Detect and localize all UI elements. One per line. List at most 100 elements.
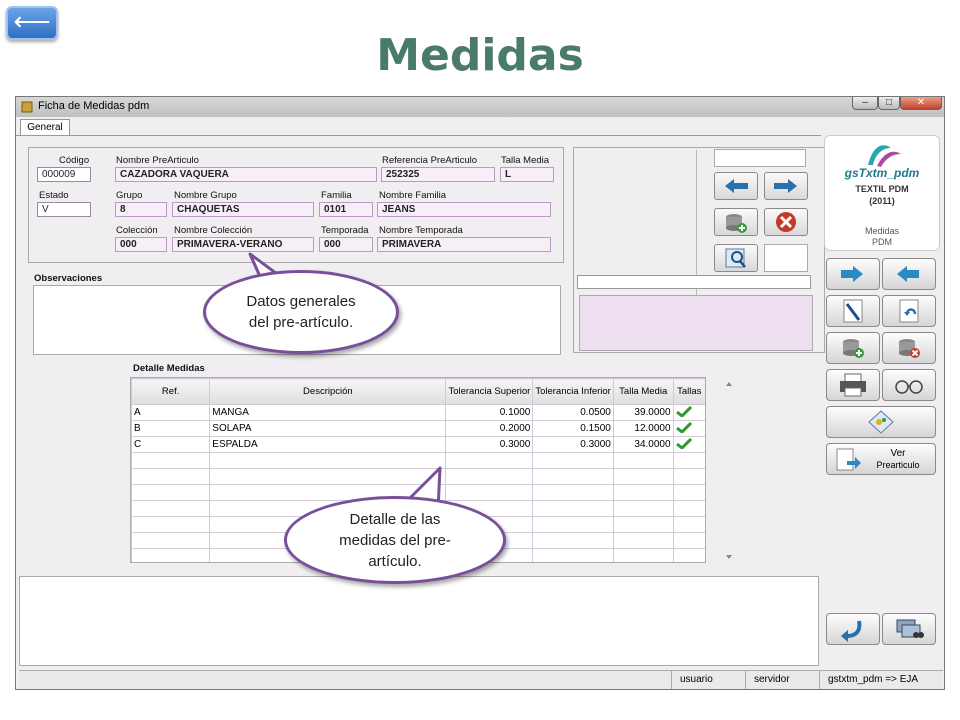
print-button[interactable] bbox=[826, 369, 880, 401]
checkmark-icon[interactable] bbox=[675, 405, 692, 418]
cell-ref: B bbox=[131, 420, 211, 437]
close-button[interactable]: ✕ bbox=[900, 97, 942, 110]
window-title: Ficha de Medidas pdm bbox=[38, 100, 150, 112]
cell-talla-media: 34.0000 bbox=[612, 436, 674, 453]
general-data-panel: Código 000009 Nombre PreArticulo CAZADOR… bbox=[28, 147, 564, 263]
add-database-button[interactable] bbox=[826, 332, 880, 364]
status-connection: gstxtm_pdm => EJA bbox=[828, 674, 919, 685]
codigo-field[interactable]: 000009 bbox=[37, 167, 91, 182]
table-row[interactable]: C ESPALDA 0.3000 0.3000 34.0000 bbox=[131, 436, 705, 453]
printer-icon bbox=[840, 373, 866, 397]
col-descripcion[interactable]: Descripción bbox=[209, 378, 447, 405]
search-document-icon bbox=[725, 248, 746, 268]
return-arrow-icon bbox=[841, 620, 862, 642]
cell-tol-superior: 0.3000 bbox=[445, 436, 534, 453]
scroll-arrows-icon[interactable] bbox=[724, 379, 734, 563]
talla-media-label: Talla Media bbox=[501, 155, 550, 166]
windows-search-icon bbox=[896, 619, 924, 638]
cell-ref: C bbox=[131, 436, 211, 453]
search-record-button[interactable] bbox=[714, 244, 758, 272]
table-row[interactable]: B SOLAPA 0.2000 0.1500 12.0000 bbox=[131, 420, 705, 437]
cell-descripcion: SOLAPA bbox=[209, 420, 447, 437]
next-button[interactable] bbox=[826, 258, 880, 290]
familia-field[interactable]: 0101 bbox=[319, 202, 373, 217]
windows-button[interactable] bbox=[882, 613, 936, 645]
undo-document-button[interactable] bbox=[882, 295, 936, 327]
pen-edit-icon bbox=[843, 299, 863, 323]
tools-button[interactable] bbox=[826, 406, 936, 438]
nombre-familia-label: Nombre Familia bbox=[379, 190, 447, 201]
status-user-cell: usuario bbox=[671, 671, 746, 689]
cell-tallas[interactable] bbox=[672, 420, 705, 437]
cell-tallas[interactable] bbox=[672, 404, 705, 421]
add-record-button[interactable] bbox=[714, 208, 758, 236]
grid-scrollbar[interactable] bbox=[724, 379, 734, 563]
arrow-left-icon bbox=[897, 266, 919, 282]
app-window: Ficha de Medidas pdm – □ ✕ General Códig… bbox=[15, 96, 945, 690]
tab-general[interactable]: General bbox=[20, 119, 70, 136]
document-arrow-icon bbox=[836, 448, 861, 471]
info-panel bbox=[579, 295, 813, 351]
col-tallas[interactable]: Tallas bbox=[672, 378, 705, 405]
record-counter-field[interactable] bbox=[714, 149, 806, 167]
maximize-button[interactable]: □ bbox=[878, 97, 900, 110]
grupo-field[interactable]: 8 bbox=[115, 202, 167, 217]
nombre-coleccion-field[interactable]: PRIMAVERA-VERANO bbox=[172, 237, 314, 252]
col-tol-superior[interactable]: Tolerancia Superior bbox=[445, 378, 534, 405]
logo-panel: gsTxtm_pdm TEXTIL PDM (2011) Medidas PDM bbox=[824, 135, 940, 251]
nombre-temporada-label: Nombre Temporada bbox=[379, 225, 463, 236]
minimize-button[interactable]: – bbox=[852, 97, 878, 110]
callout-datos: Datos generales del pre-artículo. bbox=[203, 270, 399, 354]
database-delete-icon bbox=[899, 339, 920, 358]
cell-tol-superior: 0.1000 bbox=[445, 404, 534, 421]
previous-record-button[interactable] bbox=[714, 172, 758, 200]
database-add-icon bbox=[843, 339, 864, 358]
cell-tol-inferior: 0.3000 bbox=[532, 436, 614, 453]
checkmark-icon[interactable] bbox=[675, 421, 692, 434]
palette-icon bbox=[868, 410, 894, 434]
arrow-right-icon bbox=[841, 266, 863, 282]
talla-media-field[interactable]: L bbox=[500, 167, 554, 182]
referencia-label: Referencia PreArticulo bbox=[382, 155, 478, 166]
nombre-familia-field[interactable]: JEANS bbox=[377, 202, 551, 217]
col-ref[interactable]: Ref. bbox=[131, 378, 211, 405]
previous-button[interactable] bbox=[882, 258, 936, 290]
col-tol-inferior[interactable]: Tolerancia Inferior bbox=[532, 378, 614, 405]
observaciones-label: Observaciones bbox=[34, 273, 103, 284]
module-subname: PDM bbox=[872, 237, 892, 247]
callout-detalle: Detalle de las medidas del pre-artículo. bbox=[284, 496, 506, 584]
cell-tallas[interactable] bbox=[672, 436, 705, 453]
nombre-prearticulo-label: Nombre PreArticulo bbox=[116, 155, 199, 166]
grupo-label: Grupo bbox=[116, 190, 143, 201]
estado-field[interactable]: V bbox=[37, 202, 91, 217]
nombre-prearticulo-field[interactable]: CAZADORA VAQUERA bbox=[115, 167, 377, 182]
delete-database-button[interactable] bbox=[882, 332, 936, 364]
status-connection-cell: gstxtm_pdm => EJA bbox=[819, 671, 944, 689]
glasses-icon bbox=[895, 380, 923, 394]
status-server-cell: servidor bbox=[745, 671, 820, 689]
return-button[interactable] bbox=[826, 613, 880, 645]
checkmark-icon[interactable] bbox=[675, 437, 692, 450]
col-talla-media[interactable]: Talla Media bbox=[612, 378, 674, 405]
search-field[interactable] bbox=[764, 244, 808, 272]
cell-descripcion: MANGA bbox=[209, 404, 447, 421]
cell-talla-media: 39.0000 bbox=[612, 404, 674, 421]
estado-label: Estado bbox=[39, 190, 69, 201]
temporada-field[interactable]: 000 bbox=[319, 237, 373, 252]
ver-prearticulo-button[interactable]: Ver Prearticulo bbox=[826, 443, 936, 475]
preview-button[interactable] bbox=[882, 369, 936, 401]
tab-divider bbox=[16, 135, 821, 136]
table-row[interactable]: A MANGA 0.1000 0.0500 39.0000 bbox=[131, 404, 705, 421]
module-name: Medidas bbox=[864, 226, 900, 236]
delete-record-button[interactable] bbox=[764, 208, 808, 236]
next-record-button[interactable] bbox=[764, 172, 808, 200]
nombre-grupo-field[interactable]: CHAQUETAS bbox=[172, 202, 314, 217]
arrow-right-icon bbox=[774, 179, 797, 193]
edit-button[interactable] bbox=[826, 295, 880, 327]
status-bar: usuario servidor gstxtm_pdm => EJA bbox=[19, 670, 943, 689]
coleccion-field[interactable]: 000 bbox=[115, 237, 167, 252]
brand-name: gsTxtm_pdm bbox=[844, 166, 920, 180]
info-field[interactable] bbox=[577, 275, 811, 289]
referencia-field[interactable]: 252325 bbox=[381, 167, 495, 182]
nombre-temporada-field[interactable]: PRIMAVERA bbox=[377, 237, 551, 252]
